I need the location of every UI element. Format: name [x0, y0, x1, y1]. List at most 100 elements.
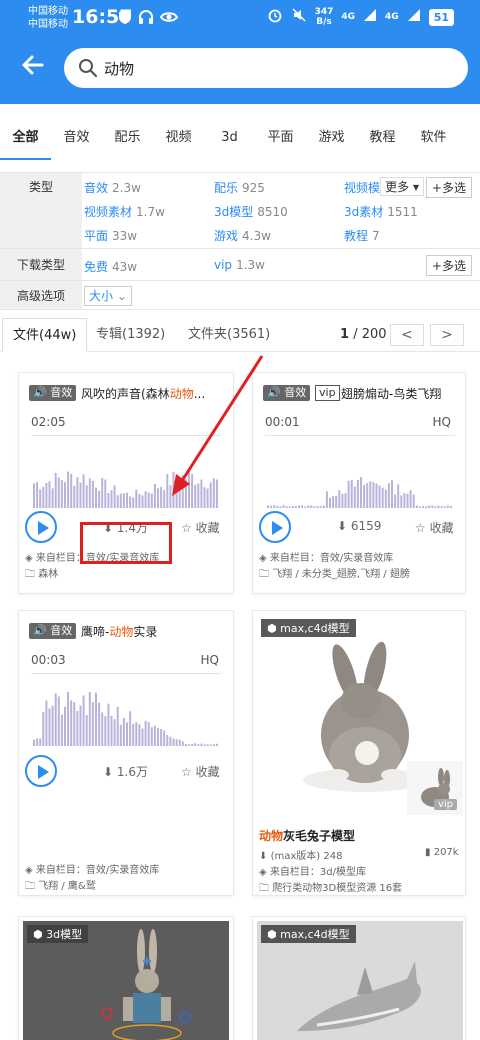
result-card[interactable]: ⬢ max,c4d模型 vip 动物灰毛兔子模型 ⬇ (max版本) 248 ▮…: [252, 610, 466, 896]
tab-folders[interactable]: 文件夹(3561): [178, 318, 280, 352]
source-column[interactable]: ◈ 来自栏目：3d/模型库: [259, 863, 366, 878]
filter-item-sound[interactable]: 音效 2.3w: [84, 179, 141, 196]
waveform-bar: [73, 485, 76, 508]
more-button[interactable]: 更多 ▾: [380, 177, 424, 196]
shark-model-thumbnail[interactable]: ⬢ max,c4d模型: [257, 921, 463, 1040]
tab-game[interactable]: 游戏: [306, 120, 357, 160]
result-card[interactable]: 🔊 音效 鹰啼-动物实录 00:03 HQ ⬇ 1.6万 ☆ 收藏 ◈ 来自栏目…: [18, 610, 234, 896]
version-text: (max版本) 248: [270, 851, 343, 862]
download-count[interactable]: ⬇ 6159: [337, 519, 381, 533]
tab-albums[interactable]: 专辑(1392): [86, 318, 175, 352]
waveform-bar: [172, 738, 175, 746]
folder-path[interactable]: 🗀 爬行类动物3D模型资源 16套: [259, 879, 402, 898]
play-button[interactable]: [25, 511, 57, 543]
filter-item-vip[interactable]: vip 1.3w: [214, 258, 265, 272]
shield-icon: [118, 9, 132, 29]
filter-item-name: 3d模型: [214, 205, 254, 219]
card-title[interactable]: 鹰啼-动物实录: [81, 623, 231, 640]
waveform-bar: [425, 506, 428, 508]
search-value[interactable]: 动物: [104, 58, 134, 79]
filter-item-count: 1.7w: [136, 205, 165, 219]
waveform-bar: [129, 711, 132, 746]
result-card[interactable]: ⬢ max,c4d模型: [252, 916, 466, 1040]
card-title[interactable]: 动物灰毛兔子模型: [259, 827, 355, 844]
prev-page-button[interactable]: <: [390, 324, 424, 346]
cube-icon: ⬢: [267, 928, 277, 941]
favorite-button[interactable]: ☆ 收藏: [181, 763, 220, 780]
result-card[interactable]: ⬢ 3d模型: [18, 916, 234, 1040]
favorite-button[interactable]: ☆ 收藏: [181, 519, 220, 536]
waveform-bar: [206, 488, 209, 508]
search-input[interactable]: 动物: [64, 48, 468, 88]
waveform-bar: [150, 727, 153, 746]
download-multi-select-button[interactable]: +多选: [425, 255, 472, 276]
more-label: 更多: [385, 180, 410, 194]
waveform-bar: [36, 482, 39, 508]
card-title[interactable]: 翅膀煽动-鸟类飞翔: [341, 385, 465, 402]
size-select[interactable]: 大小 ⌄: [84, 286, 132, 306]
badge-label: 音效: [50, 624, 73, 637]
duration: 00:03: [31, 653, 66, 667]
waveform-bar: [51, 488, 54, 508]
waveform-bar: [175, 739, 178, 746]
download-count[interactable]: ⬇ 1.6万: [103, 763, 148, 780]
waveform-bar: [397, 484, 400, 508]
waveform-bar: [203, 744, 206, 746]
multi-label: 多选: [441, 181, 466, 195]
mute-icon: [291, 7, 307, 27]
card-title[interactable]: 风吹的声音(森林动物...: [81, 385, 231, 402]
waveform-bar: [369, 481, 372, 508]
filter-item-tutorial[interactable]: 教程 7: [344, 227, 380, 244]
download-value: 1.6万: [116, 765, 148, 779]
filter-item-game[interactable]: 游戏 4.3w: [214, 227, 271, 244]
model-version: ⬇ (max版本) 248: [259, 847, 342, 862]
filter-item-video-footage[interactable]: 视频素材 1.7w: [84, 203, 165, 220]
play-button[interactable]: [25, 755, 57, 787]
rabbit-model-thumbnail[interactable]: ⬢ max,c4d模型 vip: [257, 615, 463, 815]
filter-item-free[interactable]: 免费 43w: [84, 258, 137, 275]
tab-3d[interactable]: 3d: [204, 120, 255, 160]
waveform-bar: [33, 739, 35, 746]
vip-badge: vip: [315, 385, 340, 401]
filter-item-3d-model[interactable]: 3d模型 8510: [214, 203, 288, 220]
waveform-bar: [353, 486, 356, 508]
waveform-bar: [122, 493, 125, 508]
filter-item-music[interactable]: 配乐 925: [214, 179, 265, 196]
filter-item-graphic[interactable]: 平面 33w: [84, 227, 137, 244]
folder-path[interactable]: 🗀 飞翔 / 未分类_翅膀,飞翔 / 翅膀: [259, 565, 410, 584]
next-page-button[interactable]: >: [430, 324, 464, 346]
folder-path[interactable]: 🗀 森林: [25, 565, 58, 584]
favorite-button[interactable]: ☆ 收藏: [415, 519, 454, 536]
tab-music[interactable]: 配乐: [102, 120, 153, 160]
result-card[interactable]: 🔊 音效 vip 翅膀煽动-鸟类飞翔 00:01 HQ ⬇ 6159 ☆ 收藏 …: [252, 372, 466, 594]
tab-software[interactable]: 软件: [408, 120, 459, 160]
size-select-label: 大小: [89, 289, 114, 303]
tab-files[interactable]: 文件(44w): [2, 318, 88, 352]
waveform-bar: [126, 492, 128, 508]
multi-label: 多选: [441, 259, 466, 273]
battery-indicator: 51: [428, 8, 454, 26]
signal-2-label: 4G: [385, 12, 399, 22]
play-button[interactable]: [259, 511, 291, 543]
source-column[interactable]: ◈ 来自栏目：音效/实录音效库: [259, 549, 393, 564]
tab-sound[interactable]: 音效: [51, 120, 102, 160]
download-icon: ⬇: [103, 765, 114, 779]
waveform-bar: [313, 506, 316, 508]
waveform-bar: [169, 485, 172, 508]
back-button[interactable]: [18, 50, 48, 80]
filter-item-3d-material[interactable]: 3d素材 1511: [344, 203, 418, 220]
tab-video[interactable]: 视频: [153, 120, 204, 160]
folder-path[interactable]: 🗀 飞翔 / 鹰&鹫: [25, 877, 96, 896]
tab-tutorial[interactable]: 教程: [357, 120, 408, 160]
waveform-bar: [169, 736, 172, 746]
character-model-thumbnail[interactable]: ⬢ 3d模型: [23, 921, 229, 1040]
waveform-bar: [153, 725, 156, 746]
type-multi-select-button[interactable]: +多选: [425, 177, 472, 198]
tab-graphic[interactable]: 平面: [255, 120, 306, 160]
waveform-bar: [437, 505, 440, 508]
tab-all[interactable]: 全部: [0, 120, 51, 160]
source-column[interactable]: ◈ 来自栏目：音效/实录音效库: [25, 861, 159, 876]
waveform-bar: [197, 483, 200, 508]
waveform-bar: [316, 506, 319, 508]
waveform: [265, 435, 455, 511]
